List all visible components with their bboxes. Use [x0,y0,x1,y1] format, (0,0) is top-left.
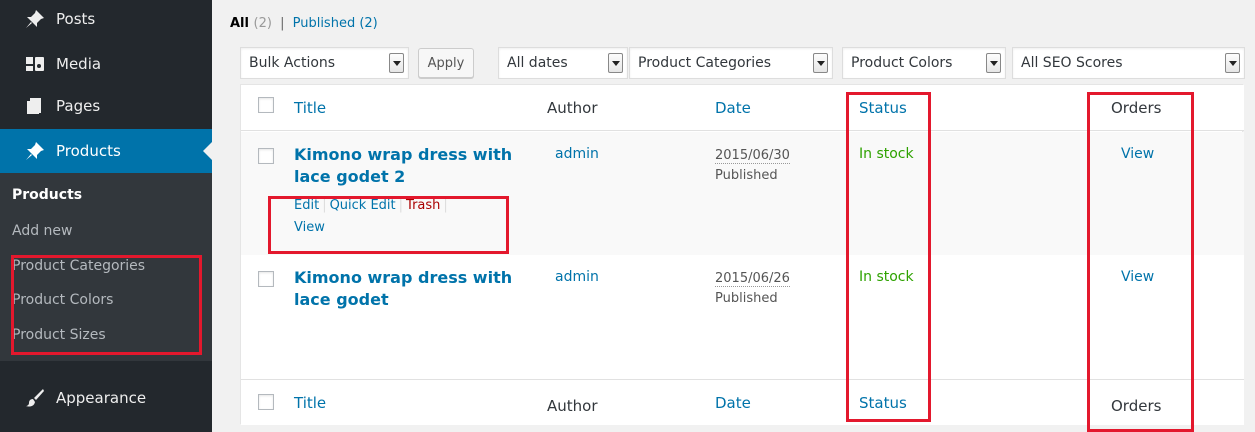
menu-item-posts[interactable]: Posts [0,0,212,38]
menu-item-media[interactable]: Media [0,44,212,84]
row-checkbox[interactable] [258,271,274,287]
dropdown-arrow-icon [813,53,828,73]
author-link[interactable]: admin [555,146,599,162]
date-value: 2015/06/30 [715,148,790,164]
date-value: 2015/06/26 [715,271,790,287]
product-categories-select[interactable]: Product Categories [629,47,833,79]
date-cell: 2015/06/26 Published [715,269,790,309]
menu-item-products[interactable]: Products [0,129,212,173]
apply-button[interactable]: Apply [418,48,474,78]
date-filter-value: All dates [507,55,568,71]
menu-label: Posts [56,10,96,28]
current-menu-arrow-icon [203,142,212,160]
menu-label: Media [56,55,102,73]
date-filter-select[interactable]: All dates [498,47,628,79]
column-header-date[interactable]: Date [715,99,751,117]
taxonomy-submenu-highlight [11,255,202,355]
title-line: Kimono wrap dress with [294,145,513,164]
menu-item-appearance[interactable]: Appearance [0,378,212,418]
pin-icon [24,8,46,30]
menu-label: Products [56,142,121,160]
title-line: lace godet 2 [294,167,406,186]
date-status: Published [715,168,778,183]
column-footer-author: Author [547,397,598,415]
menu-label: Appearance [56,389,147,407]
menu-item-pages[interactable]: Pages [0,86,212,126]
select-all-checkbox[interactable] [258,394,274,410]
bulk-actions-select[interactable]: Bulk Actions [240,47,409,79]
product-colors-select[interactable]: Product Colors [842,47,1006,79]
product-categories-value: Product Categories [638,55,772,71]
orders-column-highlight [1087,92,1194,432]
dropdown-arrow-icon [389,53,404,73]
submenu-item-products[interactable]: Products [12,187,82,203]
submenu-item-add-new[interactable]: Add new [12,223,73,239]
pin-icon [24,140,46,162]
column-footer-date[interactable]: Date [715,394,751,412]
paintbrush-icon [24,387,46,409]
dropdown-arrow-icon [986,53,1001,73]
dropdown-arrow-icon [608,53,623,73]
dropdown-arrow-icon [1225,53,1240,73]
column-header-title[interactable]: Title [294,99,326,117]
seo-scores-select[interactable]: All SEO Scores [1012,47,1245,79]
main-content: All (2) | Published (2) Bulk Actions App… [212,0,1255,432]
status-column-highlight [846,92,931,422]
media-icon [24,53,46,75]
product-title-link[interactable]: Kimono wrap dress with lace godet 2 [294,144,524,188]
author-link[interactable]: admin [555,269,599,285]
column-footer-title[interactable]: Title [294,394,326,412]
status-views: All (2) | Published (2) [230,16,378,31]
admin-sidebar: Posts Media Pages Products Products Add … [0,0,212,432]
views-separator: | [280,16,285,31]
title-line: lace godet [294,290,389,309]
product-colors-value: Product Colors [851,55,953,71]
product-title-link[interactable]: Kimono wrap dress with lace godet [294,267,524,311]
menu-label: Pages [56,97,101,115]
pages-icon [24,95,46,117]
row-checkbox[interactable] [258,148,274,164]
date-cell: 2015/06/30 Published [715,146,790,186]
row-actions-highlight [268,196,509,254]
view-all-link[interactable]: All (2) [230,16,272,31]
view-published-link[interactable]: Published (2) [293,16,378,31]
bulk-actions-value: Bulk Actions [249,55,336,71]
column-header-author: Author [547,99,598,117]
title-line: Kimono wrap dress with [294,268,513,287]
seo-scores-value: All SEO Scores [1021,55,1123,71]
date-status: Published [715,291,778,306]
select-all-checkbox[interactable] [258,97,274,113]
